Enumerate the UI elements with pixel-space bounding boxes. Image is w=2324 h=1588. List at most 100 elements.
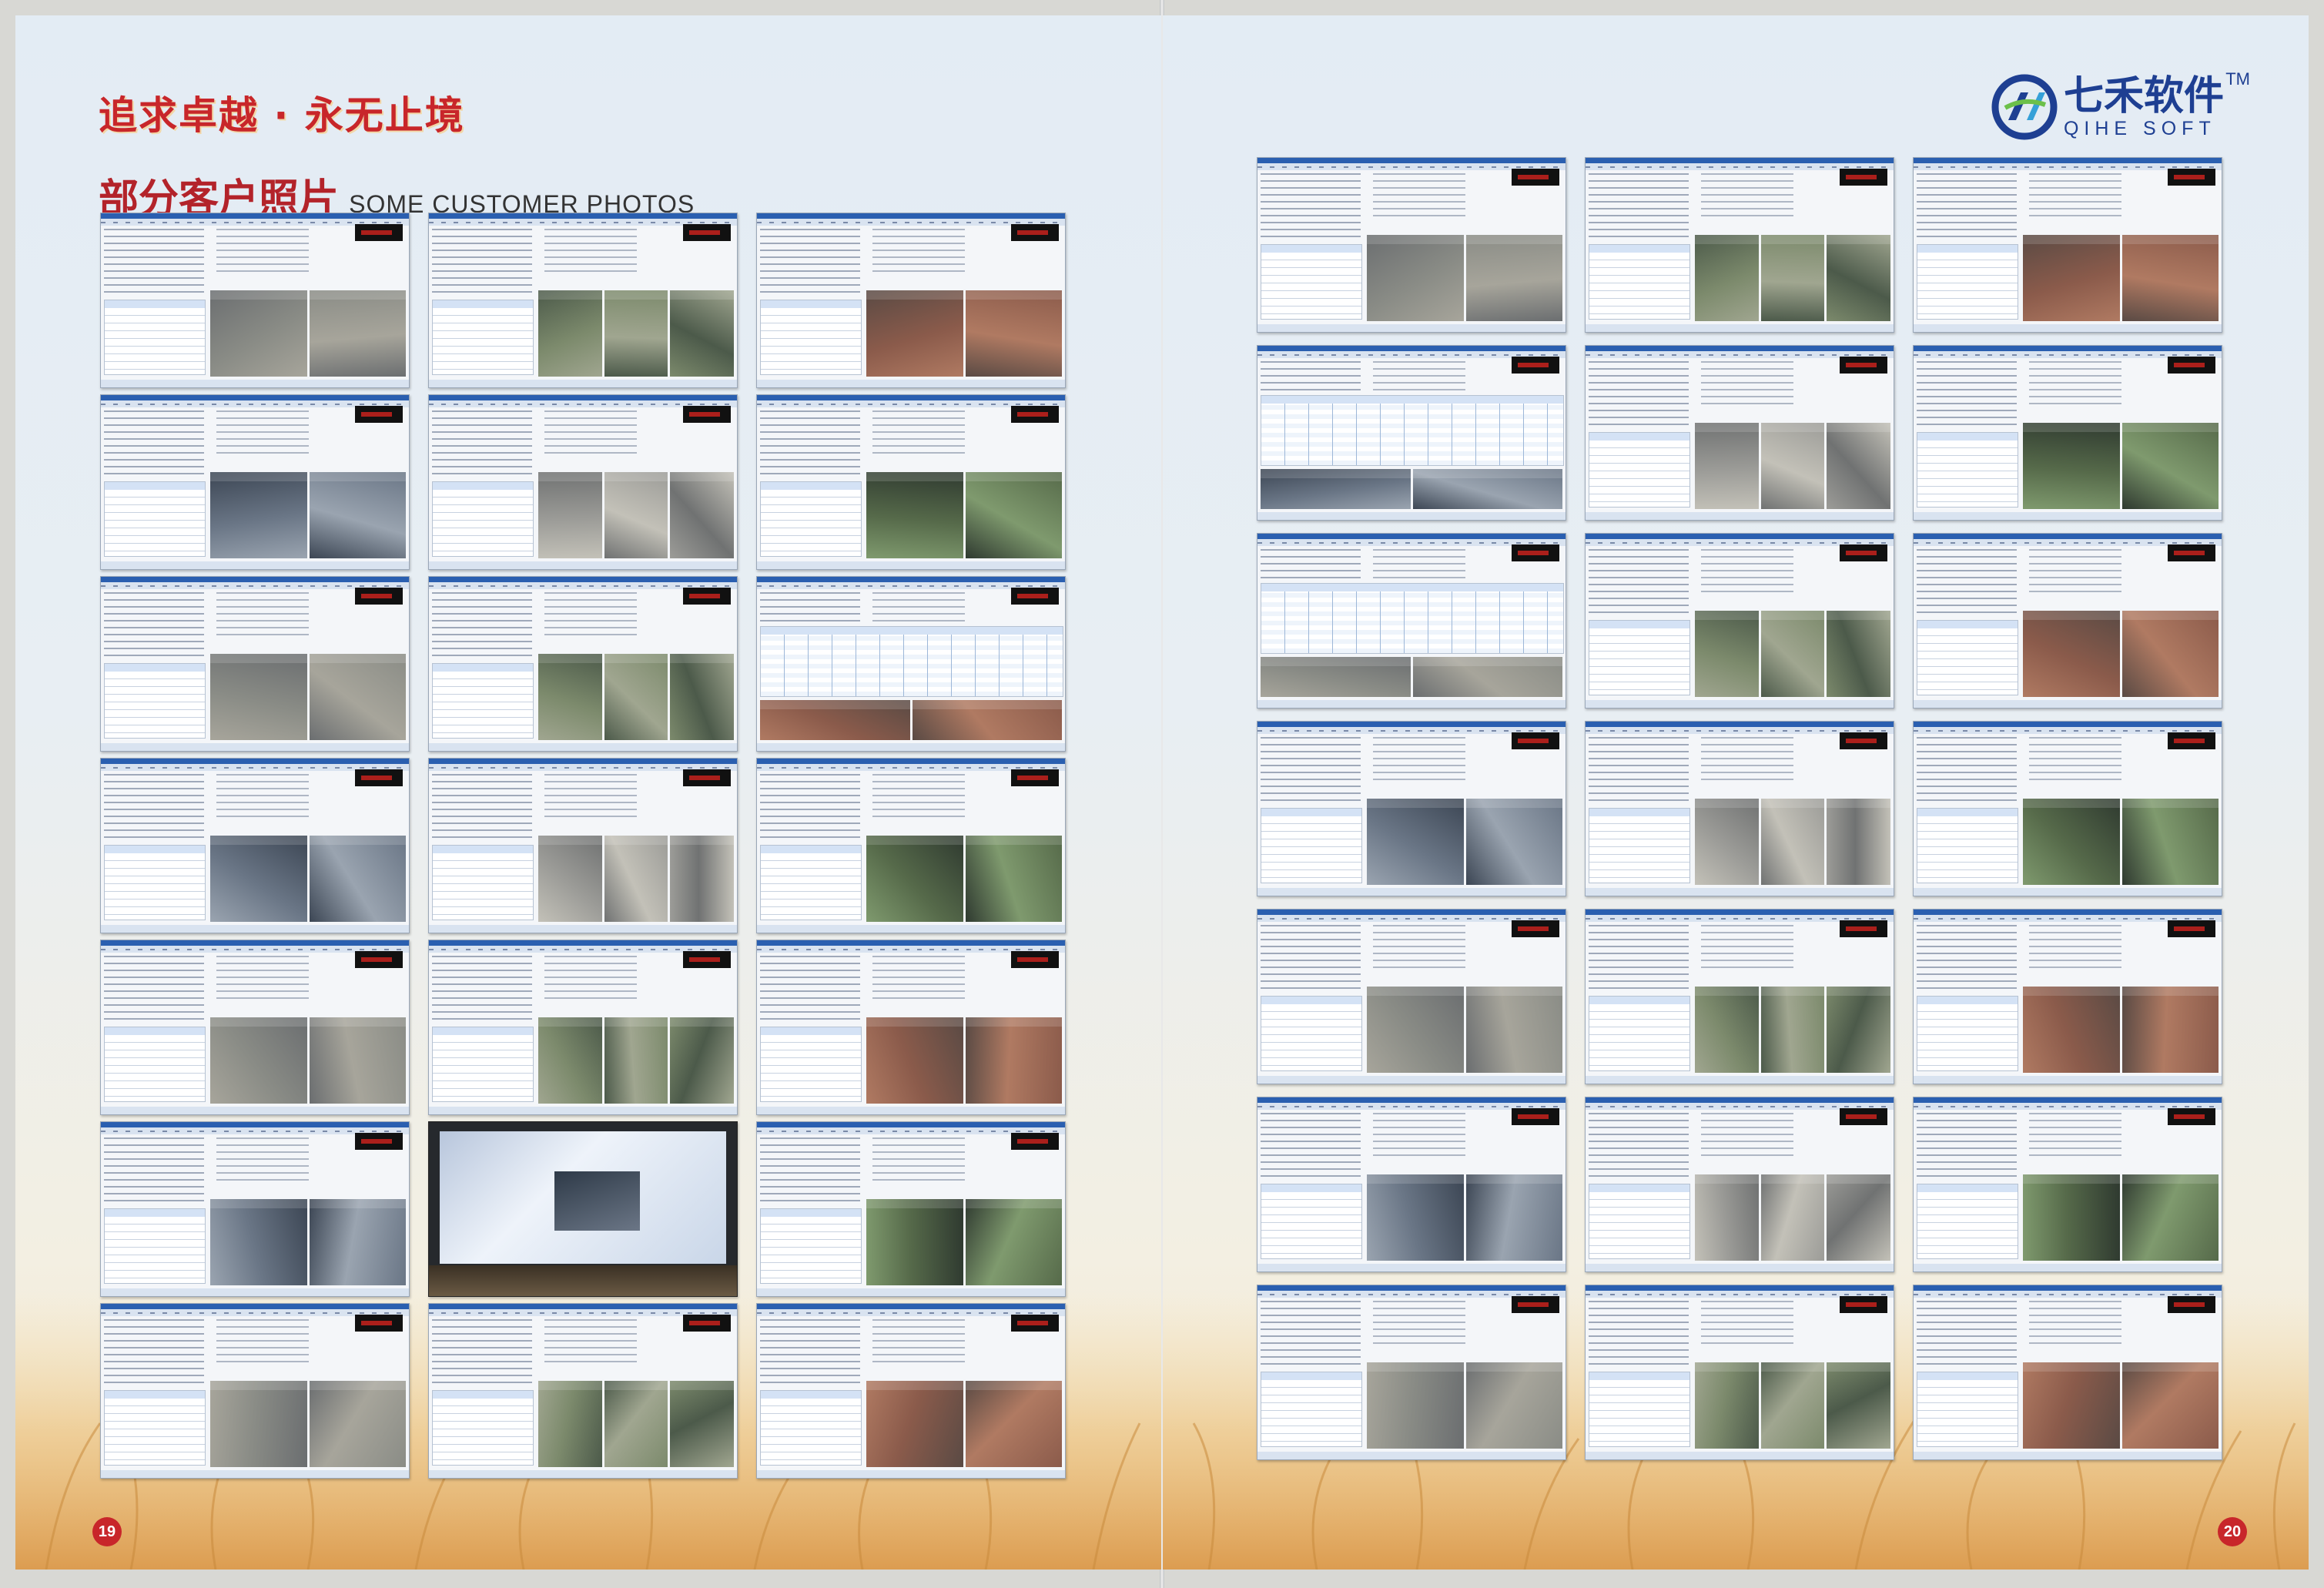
- window-titlebar: [1914, 1097, 2222, 1103]
- window-titlebar: [757, 395, 1065, 400]
- window-titlebar: [429, 940, 737, 946]
- camera-feeds: [538, 472, 735, 558]
- camera-feeds: [210, 472, 406, 558]
- window-status: [757, 380, 1065, 387]
- customer-photo-grid-left: [100, 213, 1066, 1479]
- window-reading: [1512, 920, 1559, 937]
- window-status: [1586, 512, 1894, 520]
- window-titlebar: [1586, 534, 1894, 539]
- camera-feeds: [1695, 1174, 1891, 1261]
- customer-screenshot-photo: [100, 1303, 410, 1479]
- camera-feed: [965, 290, 1062, 377]
- camera-feeds: [210, 290, 406, 377]
- camera-feed: [210, 1017, 307, 1104]
- window-status: [757, 561, 1065, 569]
- camera-feed: [1760, 1362, 1825, 1449]
- logo-cn: 七禾软件: [2063, 72, 2224, 119]
- window-form: [1917, 737, 2017, 802]
- window-status: [757, 1470, 1065, 1478]
- window-reading: [2168, 1296, 2215, 1313]
- window-reading: [1011, 406, 1059, 423]
- window-status: [101, 1107, 409, 1114]
- customer-screenshot-photo: [428, 1303, 738, 1479]
- window-form: [1589, 173, 1689, 238]
- window-form: [1261, 549, 1361, 580]
- window-status: [1914, 1264, 2222, 1271]
- customer-screenshot-photo: [756, 394, 1066, 570]
- window-form: [1917, 173, 2017, 238]
- window-form: [104, 774, 204, 839]
- camera-feed: [1367, 987, 1464, 1073]
- window-reading: [1512, 732, 1559, 749]
- window-titlebar: [1914, 1285, 2222, 1291]
- camera-feeds: [210, 654, 406, 740]
- window-titlebar: [1914, 346, 2222, 351]
- window-table: [760, 300, 862, 375]
- window-table: [1917, 1372, 2018, 1447]
- window-table: [1917, 808, 2018, 883]
- camera-feeds: [1261, 657, 1562, 697]
- customer-screenshot-photo: [1585, 345, 1894, 521]
- window-form2: [2029, 1301, 2121, 1347]
- window-titlebar: [757, 1122, 1065, 1127]
- camera-feeds: [538, 654, 735, 740]
- camera-feed: [760, 700, 910, 740]
- window-status: [1257, 1076, 1566, 1084]
- window-table: [104, 845, 206, 920]
- camera-feed: [1412, 657, 1562, 697]
- camera-feed: [2023, 987, 2120, 1073]
- window-form2: [2029, 737, 2121, 783]
- camera-feed: [965, 472, 1062, 558]
- camera-feed: [965, 1017, 1062, 1104]
- camera-feed: [2121, 423, 2219, 509]
- camera-feed: [604, 290, 668, 377]
- camera-feed: [866, 1199, 963, 1285]
- window-status: [1257, 324, 1566, 332]
- window-form2: [216, 410, 309, 457]
- camera-feed: [604, 1017, 668, 1104]
- window-reading: [1512, 357, 1559, 374]
- camera-feed: [2023, 1174, 2120, 1261]
- camera-feed: [1827, 611, 1891, 697]
- window-table: [760, 481, 862, 557]
- camera-feed: [604, 836, 668, 922]
- window-reading: [355, 588, 403, 605]
- customer-screenshot-photo: [756, 758, 1066, 933]
- window-reading: [683, 769, 731, 786]
- camera-feeds: [866, 836, 1062, 922]
- window-status: [1914, 324, 2222, 332]
- window-titlebar: [1257, 1285, 1566, 1291]
- window-form2: [2029, 361, 2121, 407]
- window-status: [429, 925, 737, 933]
- window-status: [757, 1288, 1065, 1296]
- camera-feed: [1827, 423, 1891, 509]
- window-titlebar: [101, 759, 409, 764]
- window-titlebar: [1586, 346, 1894, 351]
- window-reading: [683, 951, 731, 968]
- window-form: [1261, 1301, 1361, 1365]
- left-page: 追求卓越 · 永无止境 部分客户照片 SOME CUSTOMER PHOTOS …: [15, 15, 1161, 1570]
- window-table: [1261, 1184, 1362, 1259]
- window-form: [760, 1319, 860, 1384]
- camera-feed: [2121, 1174, 2219, 1261]
- camera-feeds: [1695, 423, 1891, 509]
- window-titlebar: [429, 395, 737, 400]
- window-table: [1261, 996, 1362, 1071]
- window-table: [1261, 583, 1564, 654]
- camera-feed: [309, 290, 406, 377]
- window-form2: [216, 774, 309, 820]
- camera-feed: [1695, 423, 1759, 509]
- camera-feed: [1760, 1174, 1825, 1261]
- right-page: 七禾软件 QIHE SOFT TM 20: [1163, 15, 2309, 1570]
- camera-feed: [866, 290, 963, 377]
- window-reading: [1512, 1296, 1559, 1313]
- camera-feed: [1465, 1362, 1562, 1449]
- window-status: [101, 925, 409, 933]
- window-form: [1261, 173, 1361, 238]
- window-titlebar: [1257, 1097, 1566, 1103]
- customer-screenshot-photo: [1257, 533, 1566, 709]
- camera-feeds: [2023, 799, 2219, 885]
- window-table: [1261, 808, 1362, 883]
- camera-feed: [965, 1199, 1062, 1285]
- window-table: [760, 1390, 862, 1466]
